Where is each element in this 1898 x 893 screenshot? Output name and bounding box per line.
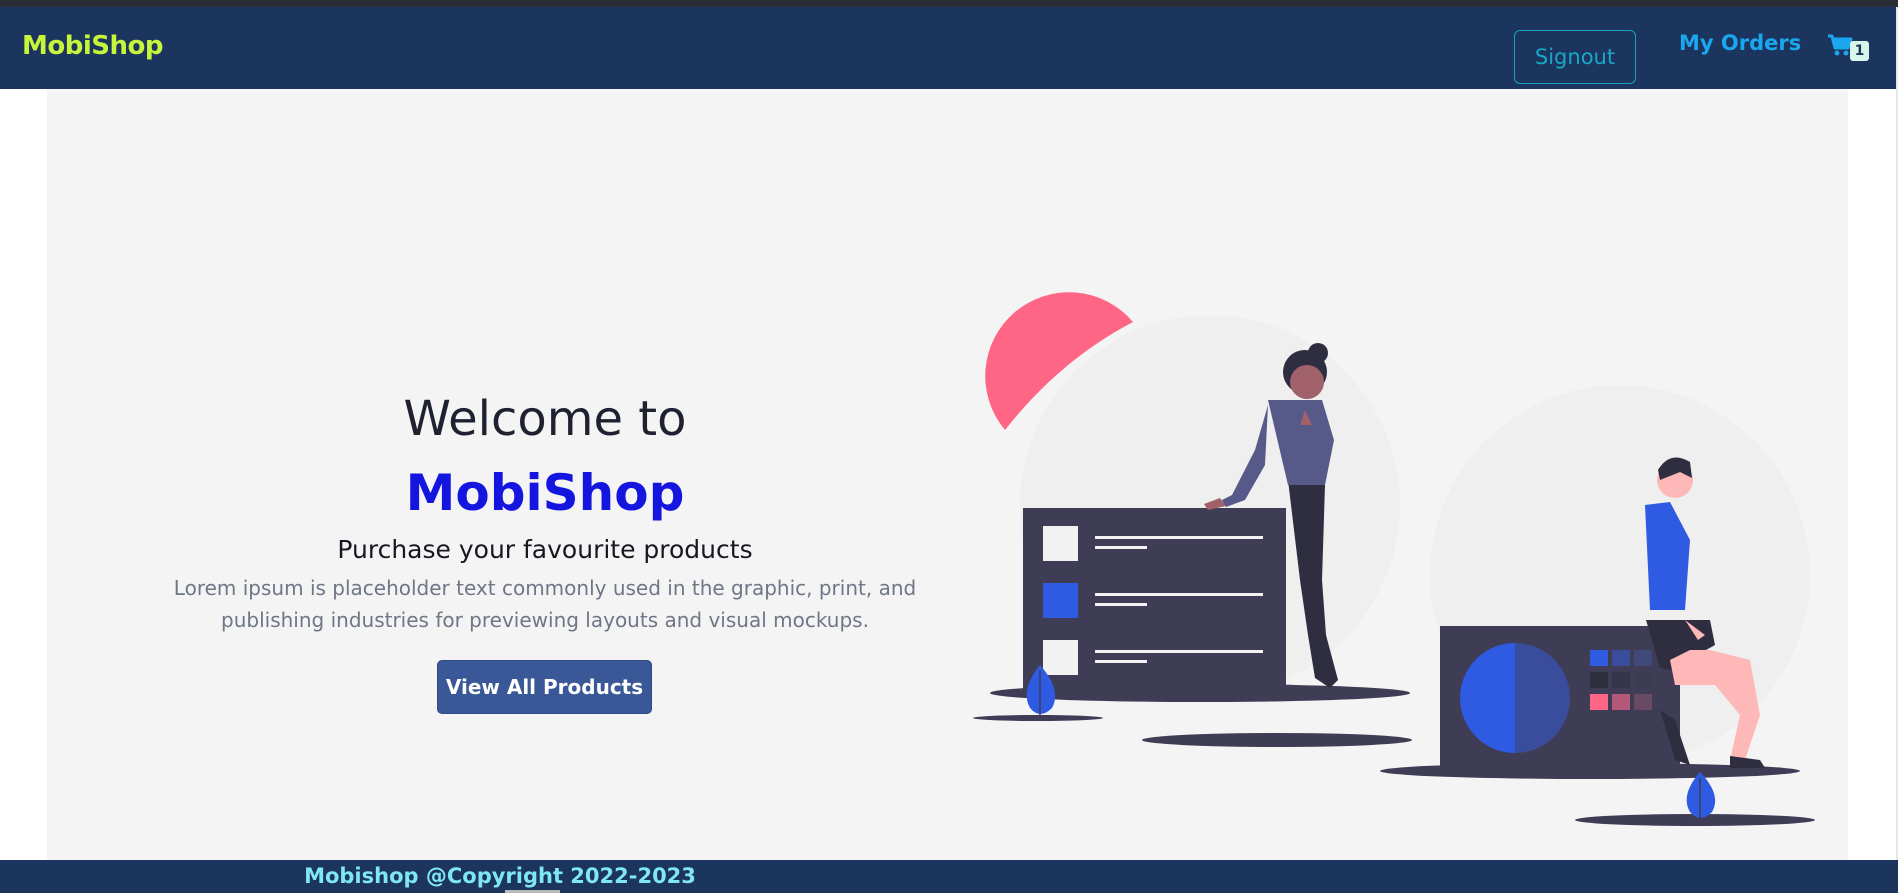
view-all-products-button[interactable]: View All Products xyxy=(437,660,652,714)
hero-subtitle: Purchase your favourite products xyxy=(337,535,753,564)
window-top-strip xyxy=(0,0,1898,7)
footer: Mobishop @Copyright 2022-2023 xyxy=(0,860,1898,893)
cart-button[interactable]: 1 xyxy=(1827,33,1873,63)
footer-copyright: Mobishop @Copyright 2022-2023 xyxy=(304,864,696,888)
my-orders-link[interactable]: My Orders xyxy=(1679,31,1801,55)
hero-brand-heading: MobiShop xyxy=(405,464,685,522)
navbar: MobiShop Signout My Orders 1 xyxy=(0,7,1896,89)
cart-count-badge: 1 xyxy=(1850,41,1869,61)
signout-button[interactable]: Signout xyxy=(1514,30,1636,84)
hero-welcome-heading: Welcome to xyxy=(403,391,687,447)
hero-illustration xyxy=(973,292,1815,826)
hero-description: Lorem ipsum is placeholder text commonly… xyxy=(173,576,917,632)
brand-logo[interactable]: MobiShop xyxy=(22,31,163,61)
